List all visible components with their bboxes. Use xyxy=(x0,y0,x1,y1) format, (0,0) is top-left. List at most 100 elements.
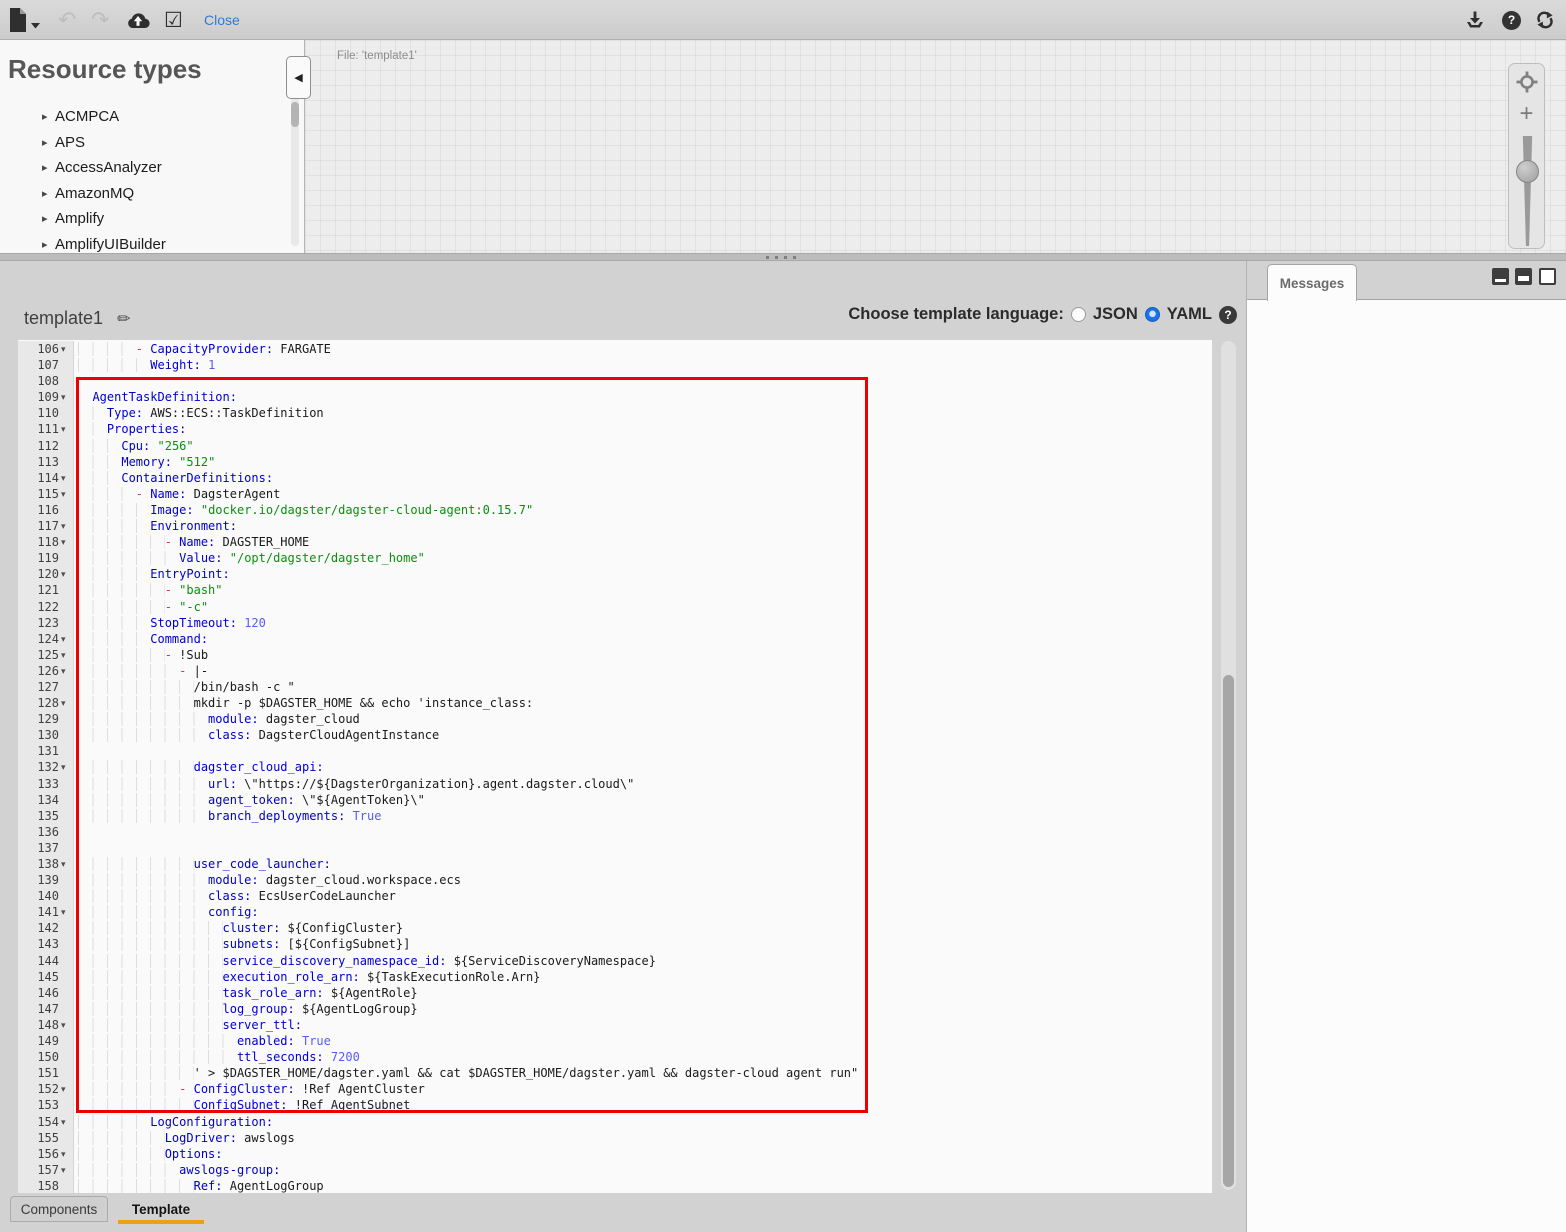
code-line: Type: AWS::ECS::TaskDefinition xyxy=(75,405,1211,421)
gutter-line: 112 xyxy=(18,438,73,454)
file-menu-button[interactable] xyxy=(8,0,40,40)
code-line: - !Sub xyxy=(75,647,1211,663)
fold-arrow-icon[interactable]: ▾ xyxy=(59,856,73,872)
language-help-icon[interactable]: ? xyxy=(1219,306,1237,324)
tab-components[interactable]: Components xyxy=(10,1196,108,1222)
fold-arrow-icon[interactable]: ▾ xyxy=(59,341,73,357)
undo-button[interactable]: ↶ xyxy=(58,0,76,40)
fold-arrow-icon[interactable]: ▾ xyxy=(59,486,73,502)
gutter-line: 136 xyxy=(18,824,73,840)
resource-type-item[interactable]: ▸AmazonMQ xyxy=(42,181,166,207)
fold-arrow-icon[interactable]: ▾ xyxy=(59,1146,73,1162)
yaml-radio-label[interactable]: YAML xyxy=(1167,305,1212,324)
code-line: ttl_seconds: 7200 xyxy=(75,1049,1211,1065)
expand-triangle-icon[interactable]: ▸ xyxy=(42,187,55,200)
code-line: execution_role_arn: ${TaskExecutionRole.… xyxy=(75,969,1211,985)
gutter-line: 111▾ xyxy=(18,421,73,437)
gutter-line: 151 xyxy=(18,1065,73,1081)
expand-triangle-icon[interactable]: ▸ xyxy=(42,136,55,149)
resource-type-item[interactable]: ▸AccessAnalyzer xyxy=(42,155,166,181)
fold-arrow-icon[interactable]: ▾ xyxy=(59,470,73,486)
collapse-panel-button[interactable]: ◀ xyxy=(286,56,311,99)
line-number: 138 xyxy=(18,856,59,872)
gutter-line: 157▾ xyxy=(18,1162,73,1178)
help-button[interactable]: ? xyxy=(1502,0,1521,40)
fold-arrow-icon[interactable]: ▾ xyxy=(59,389,73,405)
code-line: cluster: ${ConfigCluster} xyxy=(75,920,1211,936)
yaml-code-editor[interactable]: 106▾107108109▾110111▾112113114▾115▾11611… xyxy=(18,340,1212,1193)
code-line: branch_deployments: True xyxy=(75,808,1211,824)
code-line: dagster_cloud_api: xyxy=(75,759,1211,775)
fold-arrow-icon[interactable]: ▾ xyxy=(59,534,73,550)
refresh-button[interactable] xyxy=(1536,0,1554,40)
gutter-line: 156▾ xyxy=(18,1146,73,1162)
redo-button[interactable]: ↷ xyxy=(91,0,109,40)
zoom-slider-thumb[interactable] xyxy=(1516,160,1539,183)
fold-arrow-icon[interactable]: ▾ xyxy=(59,421,73,437)
gutter-line: 149 xyxy=(18,1033,73,1049)
fold-arrow-icon[interactable]: ▾ xyxy=(59,566,73,582)
tab-messages[interactable]: Messages xyxy=(1267,264,1357,301)
layout-editor-maximized-icon xyxy=(1495,279,1506,283)
fold-arrow-icon[interactable]: ▾ xyxy=(59,631,73,647)
resource-type-item[interactable]: ▸ACMPCA xyxy=(42,104,166,130)
fold-spacer xyxy=(59,599,73,615)
gutter-line: 141▾ xyxy=(18,904,73,920)
edit-pencil-icon[interactable]: ✏ xyxy=(117,309,130,328)
fold-spacer xyxy=(59,824,73,840)
code-line: ContainerDefinitions: xyxy=(75,470,1211,486)
gutter-line: 133 xyxy=(18,776,73,792)
messages-panel xyxy=(1247,299,1566,1232)
line-number: 115 xyxy=(18,486,59,502)
line-number: 127 xyxy=(18,679,59,695)
gutter-line: 143 xyxy=(18,936,73,952)
json-radio[interactable] xyxy=(1071,307,1086,322)
fold-spacer xyxy=(59,357,73,373)
zoom-in-button[interactable]: + xyxy=(1508,100,1545,128)
code-line: - "bash" xyxy=(75,582,1211,598)
close-link[interactable]: Close xyxy=(204,0,240,40)
editor-scrollbar-thumb[interactable] xyxy=(1223,675,1234,1187)
fold-arrow-icon[interactable]: ▾ xyxy=(59,1081,73,1097)
fold-arrow-icon[interactable]: ▾ xyxy=(59,663,73,679)
line-number: 149 xyxy=(18,1033,59,1049)
resource-panel-scrollbar-thumb[interactable] xyxy=(291,102,299,127)
tab-template[interactable]: Template xyxy=(118,1196,204,1222)
yaml-radio[interactable] xyxy=(1145,307,1160,322)
layout-editor-maximized-button[interactable] xyxy=(1492,268,1509,285)
code-line: log_group: ${AgentLogGroup} xyxy=(75,1001,1211,1017)
fold-arrow-icon[interactable]: ▾ xyxy=(59,518,73,534)
designer-canvas[interactable] xyxy=(305,40,1566,253)
fold-arrow-icon[interactable]: ▾ xyxy=(59,1017,73,1033)
gutter-line: 135 xyxy=(18,808,73,824)
upload-template-button[interactable] xyxy=(126,0,150,40)
expand-triangle-icon[interactable]: ▸ xyxy=(42,161,55,174)
fold-arrow-icon[interactable]: ▾ xyxy=(59,904,73,920)
layout-canvas-maximized-button[interactable] xyxy=(1539,268,1556,285)
resource-type-item[interactable]: ▸APS xyxy=(42,130,166,156)
code-line: mkdir -p $DAGSTER_HOME && echo 'instance… xyxy=(75,695,1211,711)
fold-arrow-icon[interactable]: ▾ xyxy=(59,1114,73,1130)
cloud-upload-icon xyxy=(126,12,150,29)
fold-arrow-icon[interactable]: ▾ xyxy=(59,695,73,711)
gutter-line: 120▾ xyxy=(18,566,73,582)
line-number: 120 xyxy=(18,566,59,582)
checkbox-check-icon: ☑ xyxy=(164,8,183,32)
gutter-line: 124▾ xyxy=(18,631,73,647)
language-chooser-label: Choose template language: xyxy=(848,305,1063,324)
line-number: 129 xyxy=(18,711,59,727)
resource-type-item[interactable]: ▸Amplify xyxy=(42,206,166,232)
json-radio-label[interactable]: JSON xyxy=(1093,305,1138,324)
fold-arrow-icon[interactable]: ▾ xyxy=(59,647,73,663)
fold-arrow-icon[interactable]: ▾ xyxy=(59,1162,73,1178)
expand-triangle-icon[interactable]: ▸ xyxy=(42,238,55,251)
fold-arrow-icon[interactable]: ▾ xyxy=(59,759,73,775)
expand-triangle-icon[interactable]: ▸ xyxy=(42,110,55,123)
resource-type-item[interactable]: ▸AmplifyUIBuilder xyxy=(42,232,166,254)
validate-template-button[interactable]: ☑ xyxy=(164,0,183,40)
layout-split-button[interactable] xyxy=(1515,268,1532,285)
fold-spacer xyxy=(59,920,73,936)
download-button[interactable] xyxy=(1465,0,1485,40)
fit-to-window-button[interactable] xyxy=(1516,71,1538,93)
expand-triangle-icon[interactable]: ▸ xyxy=(42,212,55,225)
